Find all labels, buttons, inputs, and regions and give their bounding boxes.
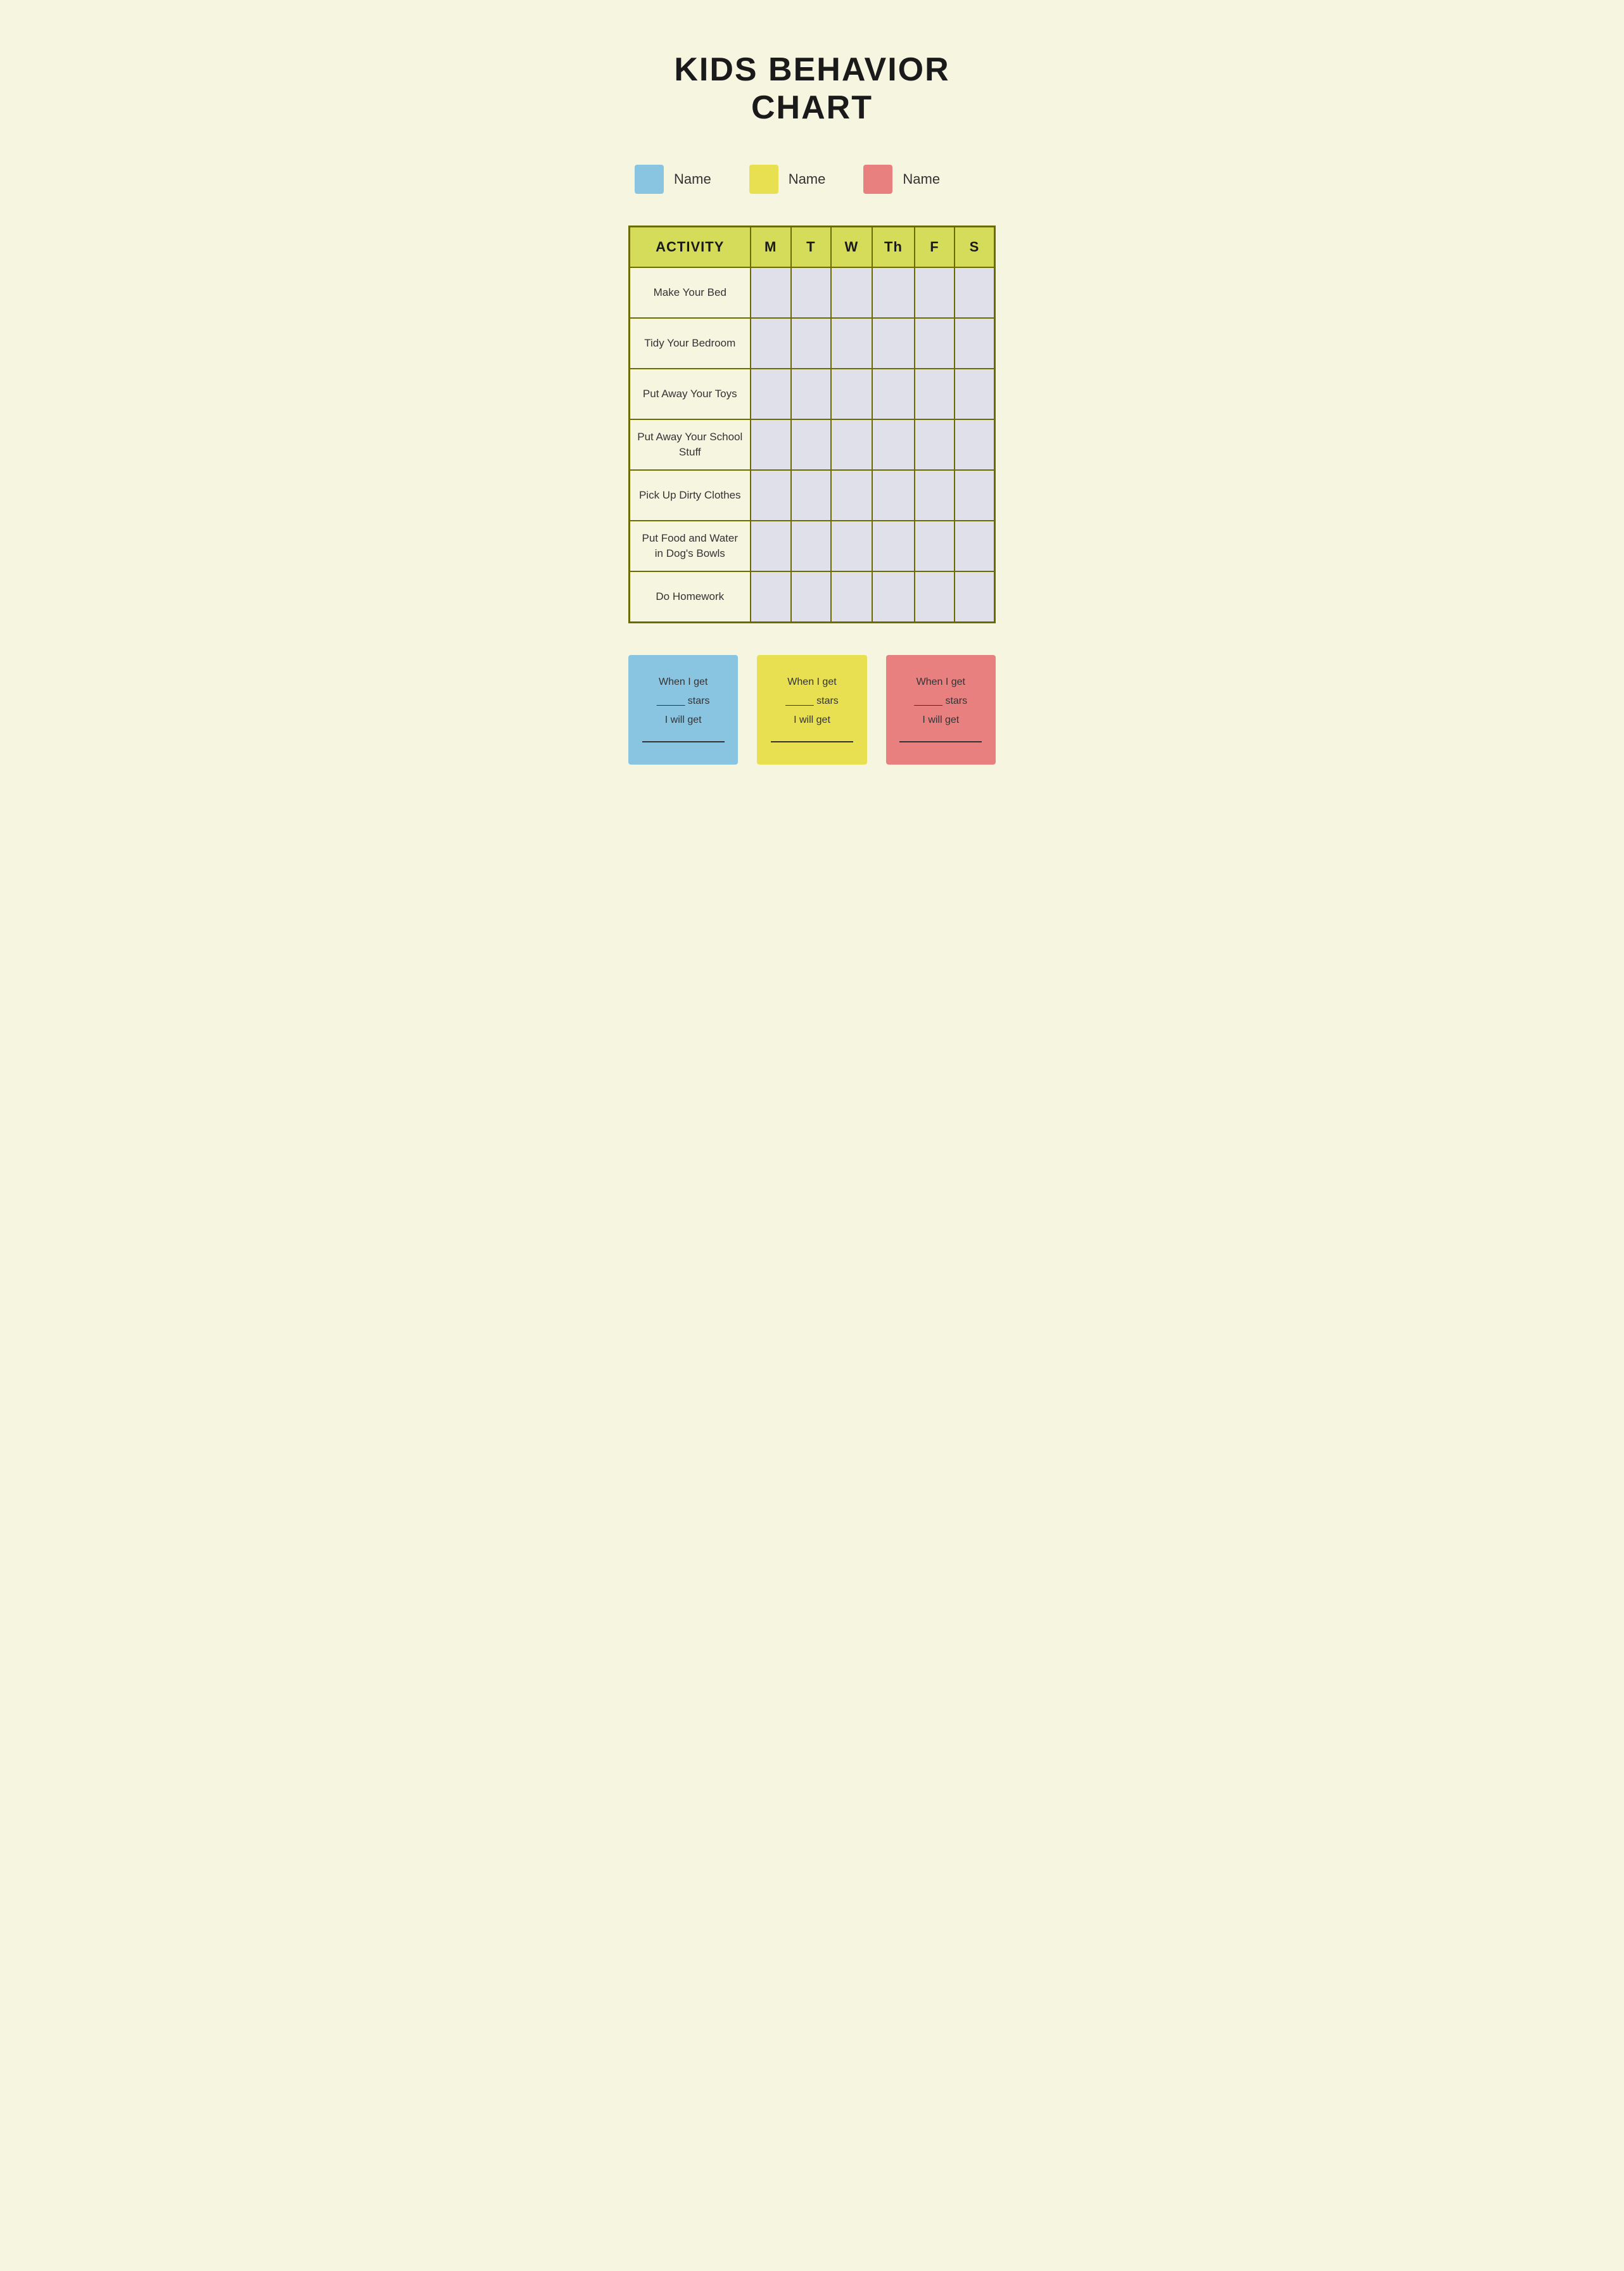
reward-blue-line1: When I get: [641, 673, 725, 692]
legend-label-blue: Name: [674, 171, 711, 188]
day-cell-row1-col4[interactable]: [915, 318, 955, 369]
rewards-section: When I get _____ stars I will get When I…: [628, 655, 996, 765]
day-cell-row1-col0[interactable]: [751, 318, 791, 369]
table-row: Make Your Bed: [630, 267, 995, 318]
day-cell-row0-col5[interactable]: [955, 267, 995, 318]
day-cell-row5-col4[interactable]: [915, 521, 955, 571]
reward-blue-line4: [642, 741, 725, 742]
day-cell-row6-col4[interactable]: [915, 571, 955, 622]
activity-header: ACTIVITY: [630, 227, 751, 268]
legend-label-yellow: Name: [789, 171, 826, 188]
reward-yellow-line3: I will get: [770, 711, 854, 730]
reward-pink-line1: When I get: [899, 673, 983, 692]
reward-blue-line3: I will get: [641, 711, 725, 730]
legend-label-pink: Name: [903, 171, 940, 188]
day-cell-row6-col3[interactable]: [872, 571, 915, 622]
day-cell-row0-col0[interactable]: [751, 267, 791, 318]
day-cell-row3-col3[interactable]: [872, 419, 915, 470]
day-cell-row4-col2[interactable]: [831, 470, 872, 521]
header-thursday: Th: [872, 227, 915, 268]
day-cell-row3-col4[interactable]: [915, 419, 955, 470]
day-cell-row0-col3[interactable]: [872, 267, 915, 318]
table-row: Pick Up Dirty Clothes: [630, 470, 995, 521]
header-monday: M: [751, 227, 791, 268]
page-title: KIDS BEHAVIOR CHART: [628, 51, 996, 127]
day-cell-row3-col0[interactable]: [751, 419, 791, 470]
table-row: Tidy Your Bedroom: [630, 318, 995, 369]
day-cell-row0-col2[interactable]: [831, 267, 872, 318]
day-cell-row3-col1[interactable]: [791, 419, 831, 470]
day-cell-row4-col0[interactable]: [751, 470, 791, 521]
page: KIDS BEHAVIOR CHART Name Name Name ACTIV…: [584, 13, 1040, 803]
reward-blue-line2: _____ stars: [641, 692, 725, 711]
day-cell-row1-col3[interactable]: [872, 318, 915, 369]
table-row: Put Away Your School Stuff: [630, 419, 995, 470]
reward-pink-line4: [899, 741, 982, 742]
activity-cell-2: Put Away Your Toys: [630, 369, 751, 419]
day-cell-row3-col5[interactable]: [955, 419, 995, 470]
header-friday: F: [915, 227, 955, 268]
day-cell-row5-col2[interactable]: [831, 521, 872, 571]
legend-item-blue: Name: [635, 165, 711, 194]
reward-yellow-line1: When I get: [770, 673, 854, 692]
activity-cell-5: Put Food and Water in Dog's Bowls: [630, 521, 751, 571]
activity-cell-3: Put Away Your School Stuff: [630, 419, 751, 470]
day-cell-row0-col1[interactable]: [791, 267, 831, 318]
day-cell-row2-col3[interactable]: [872, 369, 915, 419]
day-cell-row2-col0[interactable]: [751, 369, 791, 419]
day-cell-row4-col4[interactable]: [915, 470, 955, 521]
reward-yellow-line2: _____ stars: [770, 692, 854, 711]
activity-cell-1: Tidy Your Bedroom: [630, 318, 751, 369]
day-cell-row4-col1[interactable]: [791, 470, 831, 521]
day-cell-row4-col5[interactable]: [955, 470, 995, 521]
legend-color-yellow: [749, 165, 778, 194]
reward-card-pink: When I get _____ stars I will get: [886, 655, 996, 765]
day-cell-row1-col1[interactable]: [791, 318, 831, 369]
day-cell-row2-col1[interactable]: [791, 369, 831, 419]
table-row: Put Food and Water in Dog's Bowls: [630, 521, 995, 571]
activity-cell-6: Do Homework: [630, 571, 751, 622]
table-row: Put Away Your Toys: [630, 369, 995, 419]
day-cell-row6-col5[interactable]: [955, 571, 995, 622]
day-cell-row5-col0[interactable]: [751, 521, 791, 571]
activity-cell-0: Make Your Bed: [630, 267, 751, 318]
reward-card-blue: When I get _____ stars I will get: [628, 655, 738, 765]
header-saturday: S: [955, 227, 995, 268]
day-cell-row6-col2[interactable]: [831, 571, 872, 622]
reward-pink-line2: _____ stars: [899, 692, 983, 711]
day-cell-row2-col2[interactable]: [831, 369, 872, 419]
day-cell-row2-col5[interactable]: [955, 369, 995, 419]
day-cell-row2-col4[interactable]: [915, 369, 955, 419]
day-cell-row4-col3[interactable]: [872, 470, 915, 521]
table-row: Do Homework: [630, 571, 995, 622]
day-cell-row5-col3[interactable]: [872, 521, 915, 571]
reward-yellow-line4: [771, 741, 853, 742]
legend-item-pink: Name: [863, 165, 940, 194]
behavior-chart-table: ACTIVITY M T W Th F S Make Your BedTidy …: [628, 226, 996, 623]
legend-color-pink: [863, 165, 892, 194]
legend-item-yellow: Name: [749, 165, 826, 194]
reward-card-yellow: When I get _____ stars I will get: [757, 655, 866, 765]
activity-cell-4: Pick Up Dirty Clothes: [630, 470, 751, 521]
header-tuesday: T: [791, 227, 831, 268]
legend-color-blue: [635, 165, 664, 194]
day-cell-row1-col2[interactable]: [831, 318, 872, 369]
day-cell-row0-col4[interactable]: [915, 267, 955, 318]
day-cell-row6-col0[interactable]: [751, 571, 791, 622]
day-cell-row5-col5[interactable]: [955, 521, 995, 571]
day-cell-row6-col1[interactable]: [791, 571, 831, 622]
header-wednesday: W: [831, 227, 872, 268]
legend: Name Name Name: [635, 165, 996, 194]
day-cell-row1-col5[interactable]: [955, 318, 995, 369]
reward-pink-line3: I will get: [899, 711, 983, 730]
day-cell-row5-col1[interactable]: [791, 521, 831, 571]
table-header-row: ACTIVITY M T W Th F S: [630, 227, 995, 268]
day-cell-row3-col2[interactable]: [831, 419, 872, 470]
